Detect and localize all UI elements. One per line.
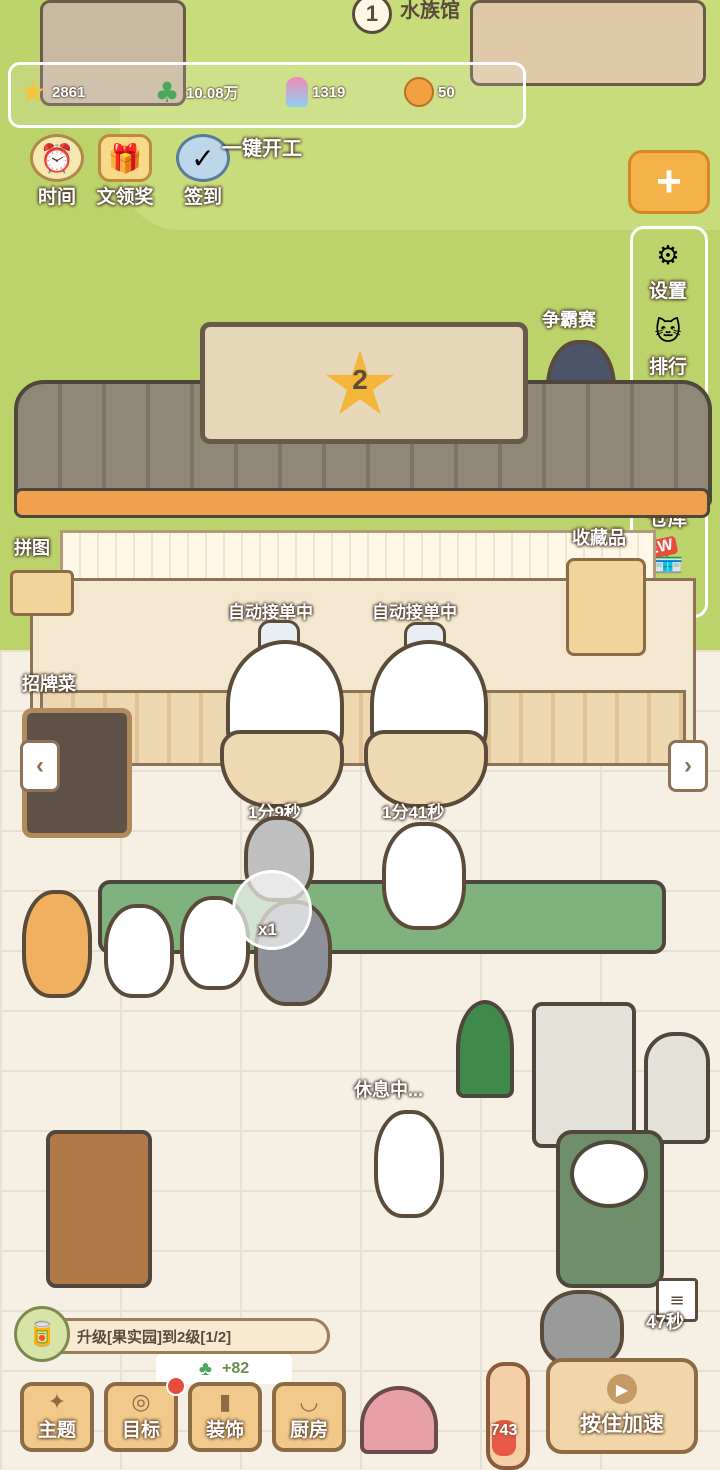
- coin-icon: [404, 77, 434, 107]
- clover-icon: ♣: [154, 75, 180, 109]
- task-reward-value: +82: [221, 1360, 250, 1377]
- stars-value: 2861: [52, 83, 86, 101]
- left-arrow-button[interactable]: ‹: [20, 740, 60, 792]
- signature-dish-label: 招牌菜: [22, 674, 76, 694]
- white-dog-customer[interactable]: [382, 822, 466, 930]
- paint-roller-icon: ▮: [218, 1390, 232, 1415]
- chef-2-timer: 1分41秒: [382, 803, 445, 822]
- decorate-button[interactable]: ▮ 装饰: [188, 1382, 262, 1452]
- puzzle-label: 拼图: [14, 538, 50, 558]
- competition-label: 争霸赛: [542, 310, 596, 330]
- chevron-right-icon: ›: [684, 752, 692, 779]
- clover-value: 10.08万: [186, 84, 239, 102]
- cooking-pot-2[interactable]: [364, 730, 488, 808]
- cooking-pot-1[interactable]: [220, 730, 344, 808]
- orange-cat-customer[interactable]: [22, 890, 92, 998]
- coin-value: 50: [438, 83, 455, 101]
- star-icon: ★: [19, 74, 47, 110]
- task-text: 升级[果实园]到2级[1/2]: [77, 1328, 232, 1346]
- ranking-button[interactable]: 🐱 排行: [638, 312, 698, 379]
- settings-icon: ⚙: [656, 241, 680, 271]
- popsicle-icon: [286, 77, 308, 107]
- settings-label: 设置: [648, 281, 687, 302]
- target-icon: ◎: [131, 1390, 151, 1415]
- hold-speed-up-button[interactable]: ▶ 按住加速: [546, 1358, 698, 1454]
- time-button[interactable]: ⏰ 时间: [22, 134, 92, 209]
- reward-button[interactable]: 🎁 文领奖: [90, 134, 160, 209]
- bbq-grill-station[interactable]: [46, 1130, 152, 1288]
- goal-label: 目标: [121, 1420, 160, 1441]
- bubble-multiplier: x1: [258, 920, 277, 939]
- kitchen-button[interactable]: ◡ 厨房: [272, 1382, 346, 1452]
- alarm-clock-icon: ⏰: [30, 134, 84, 182]
- glasses-cat[interactable]: [540, 1290, 624, 1368]
- resource-clover[interactable]: ♣ 10.08万: [152, 75, 239, 109]
- popsicle-value: 1319: [312, 83, 346, 101]
- speed-up-label: 按住加速: [580, 1413, 664, 1436]
- magic-wand-icon: ✦: [47, 1390, 67, 1415]
- heat-value: 743: [490, 1422, 518, 1439]
- collection-label: 收藏品: [572, 528, 626, 548]
- kitchen-counter: [40, 690, 686, 766]
- speed-up-icon: ▶: [607, 1374, 637, 1404]
- theme-label: 主题: [37, 1420, 76, 1441]
- christmas-tree[interactable]: [456, 1000, 514, 1098]
- collection-display[interactable]: [566, 558, 646, 656]
- clover-icon: ♣: [198, 1357, 212, 1380]
- resting-waiter-cat[interactable]: [374, 1110, 444, 1218]
- add-button[interactable]: +: [628, 150, 710, 214]
- mushroom-decor: [360, 1386, 438, 1454]
- kitchen-label: 厨房: [289, 1420, 328, 1441]
- star-level-number: 2: [352, 364, 368, 395]
- ranking-icon: 🐱: [654, 317, 682, 347]
- chef-2-status: 自动接单中: [372, 603, 457, 622]
- resource-popsicle[interactable]: 1319: [286, 76, 345, 108]
- decorate-label: 装饰: [205, 1420, 244, 1441]
- resource-coin[interactable]: 50: [404, 76, 455, 108]
- roof-eave: [14, 488, 710, 518]
- reward-label: 文领奖: [96, 187, 154, 208]
- right-arrow-button[interactable]: ›: [668, 740, 708, 792]
- white-cat-customer[interactable]: [104, 904, 174, 998]
- puzzle-frame[interactable]: [10, 570, 74, 616]
- gift-icon: 🎁: [98, 134, 152, 182]
- chevron-left-icon: ‹: [36, 752, 44, 779]
- task-icon: 🥫: [14, 1306, 70, 1362]
- claw-machine[interactable]: [532, 1002, 636, 1148]
- goal-button[interactable]: ◎ 目标: [104, 1382, 178, 1452]
- one-key-start-button[interactable]: 一键开工: [222, 132, 302, 161]
- gumball-machine[interactable]: [644, 1032, 710, 1144]
- snowman-head: [570, 1140, 648, 1208]
- settings-button[interactable]: ⚙ 设置: [638, 236, 698, 303]
- delivery-timer: 47秒: [646, 1312, 685, 1332]
- time-label: 时间: [37, 187, 76, 208]
- ranking-label: 排行: [648, 357, 687, 378]
- rest-label: 休息中...: [354, 1080, 424, 1100]
- location-name: 水族馆: [400, 0, 460, 22]
- task-progress-bar[interactable]: 升级[果实园]到2级[1/2]: [30, 1318, 330, 1354]
- theme-button[interactable]: ✦ 主题: [20, 1382, 94, 1452]
- checkin-label: 签到: [183, 187, 222, 208]
- cooking-pot-icon: ◡: [299, 1390, 319, 1415]
- resource-stars[interactable]: ★ 2861: [18, 74, 86, 110]
- notification-dot: [166, 1376, 186, 1396]
